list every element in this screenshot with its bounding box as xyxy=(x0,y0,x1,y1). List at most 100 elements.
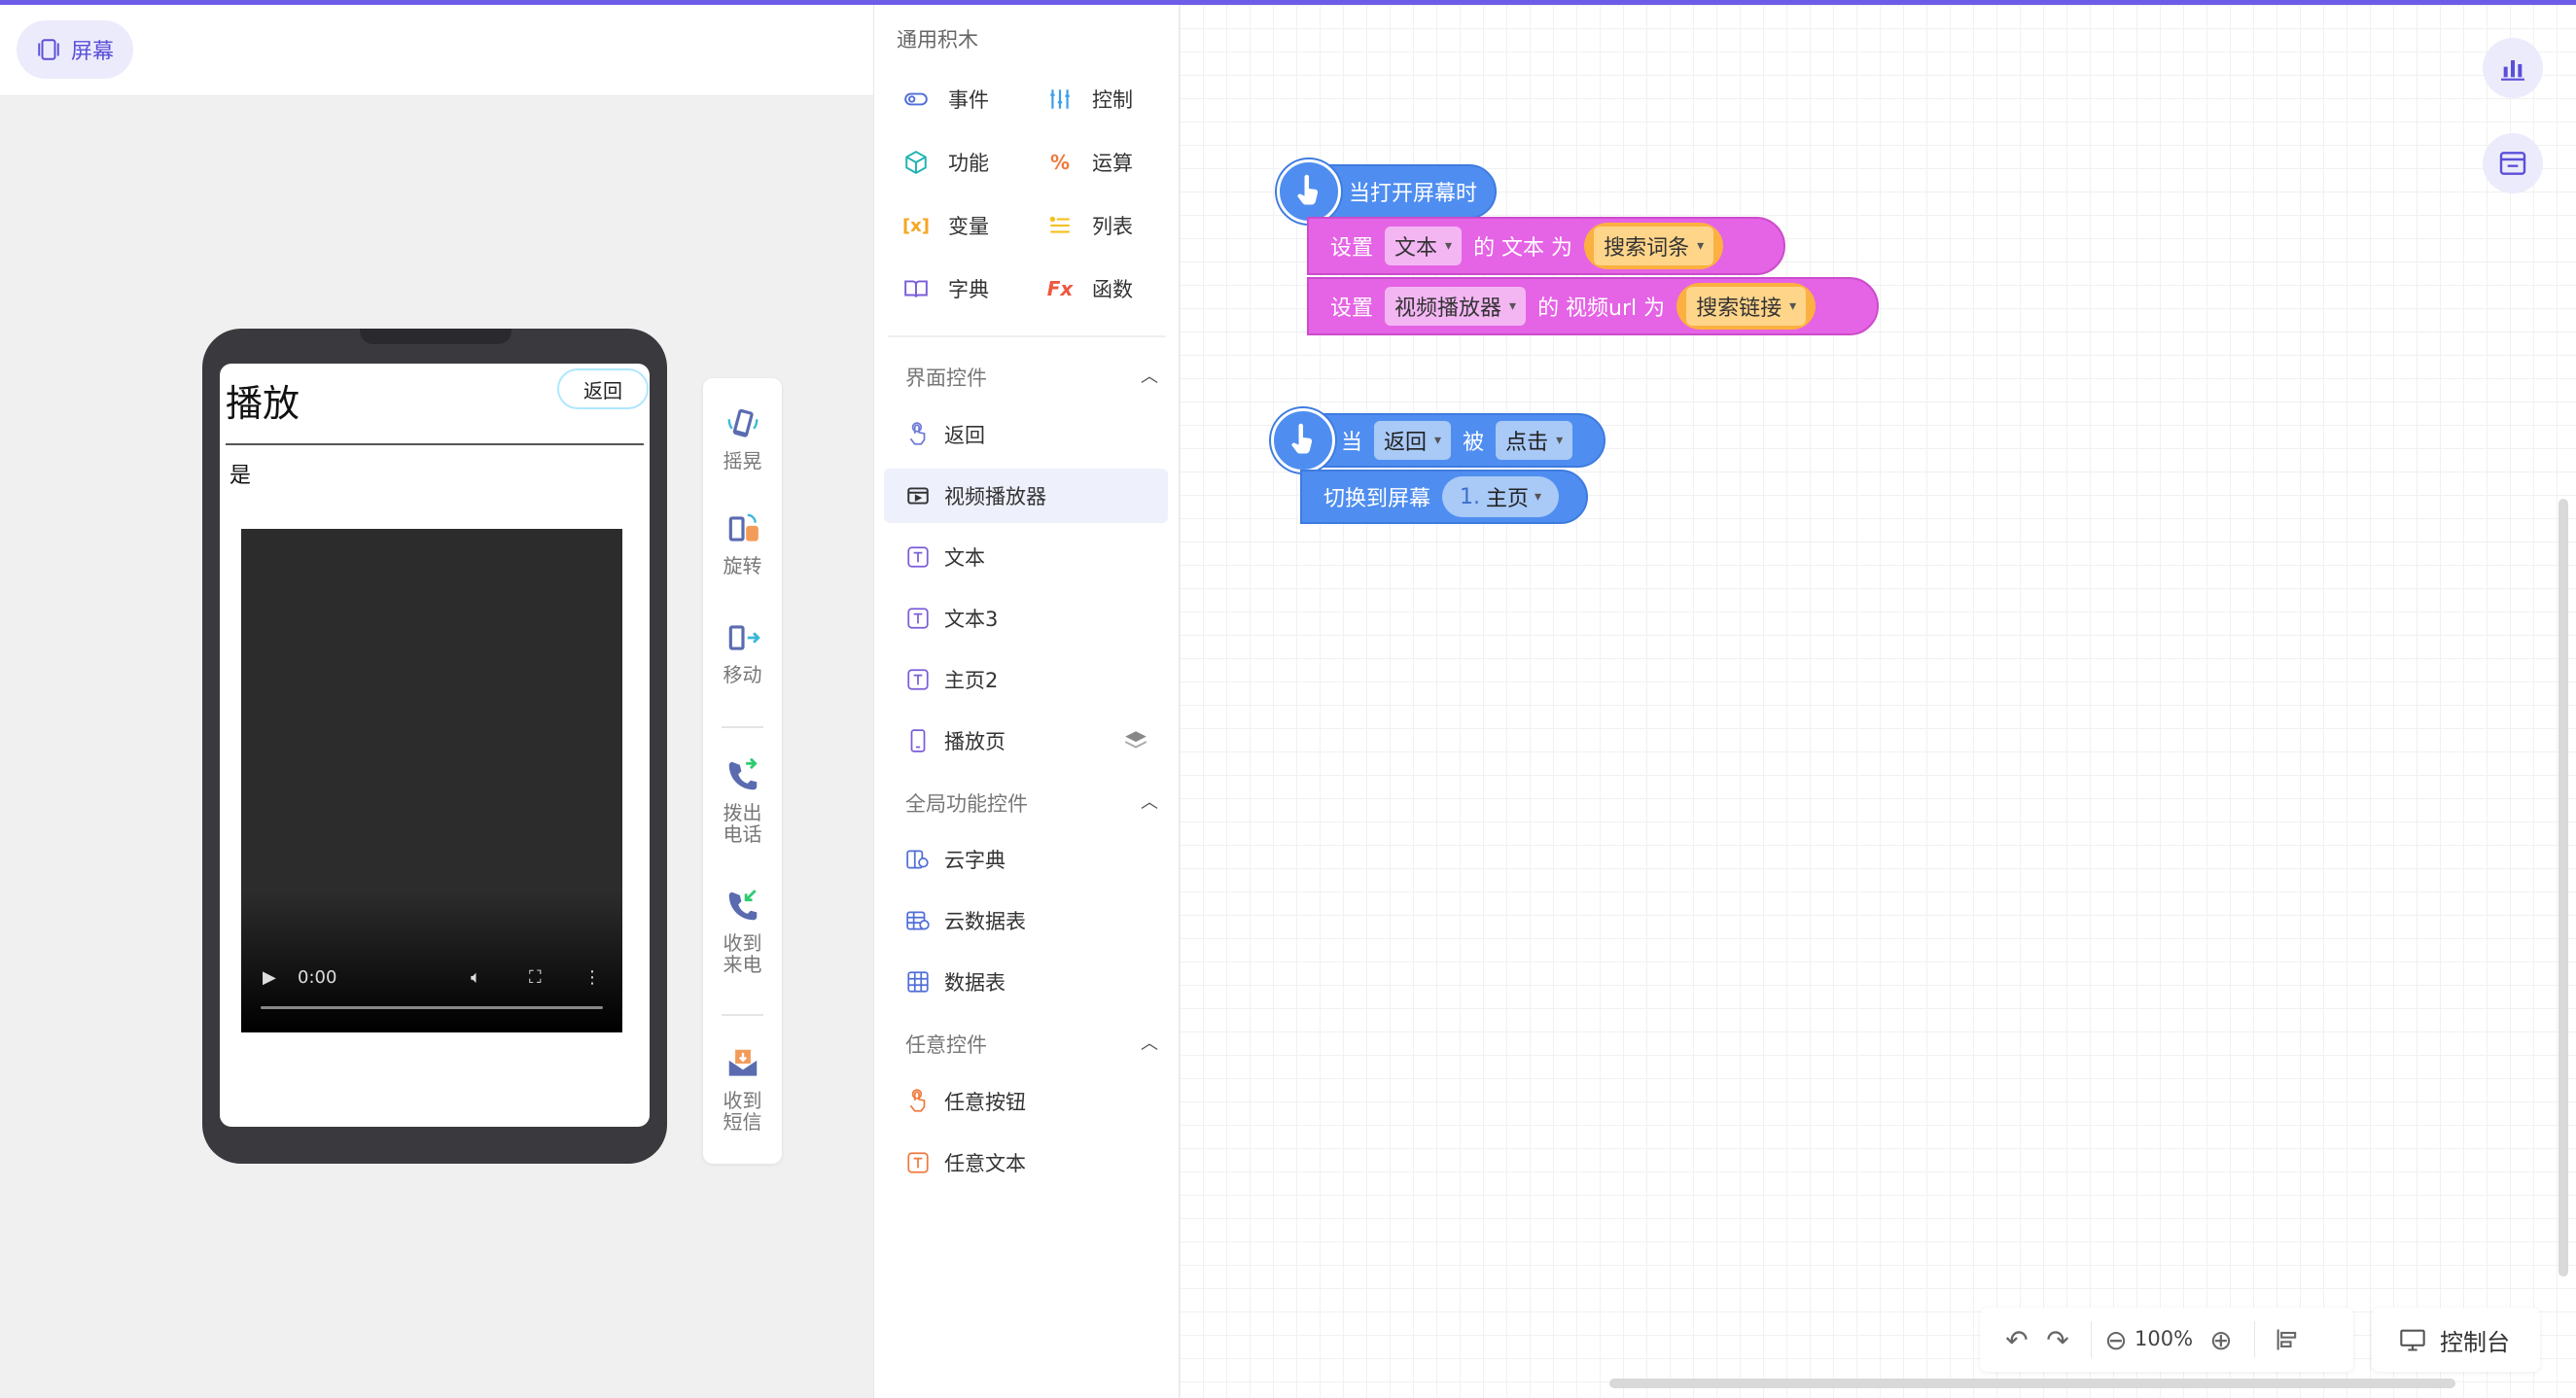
list-icon xyxy=(1043,209,1076,242)
any-text-icon xyxy=(907,1152,929,1173)
component-any-button[interactable]: 任意按钮 xyxy=(884,1074,1168,1129)
play-icon[interactable]: ▶ xyxy=(263,967,276,988)
sensor-label: 摇晃 xyxy=(723,449,762,472)
sensor-divider xyxy=(722,1014,763,1016)
chevron-up-icon[interactable]: ︿ xyxy=(1141,1030,1158,1055)
target-dropdown[interactable]: 视频播放器 ▾ xyxy=(1385,287,1527,326)
block-canvas[interactable]: 当打开屏幕时 设置 文本 ▾ 的 文本 为 搜索词条 ▾ 设置 视频播放器 ▾ 的 视… xyxy=(1180,5,2576,1398)
sensor-incoming-call[interactable]: 收到 来电 xyxy=(703,888,782,975)
toggle-icon xyxy=(900,83,933,116)
align-left-icon[interactable] xyxy=(2272,1324,2303,1355)
video-player[interactable]: ▶ 0:00 🔈︎ ⛶ ⋮ xyxy=(241,529,622,1032)
component-label: 返回 xyxy=(944,424,985,447)
monitor-icon xyxy=(2400,1329,2425,1351)
sensor-shake[interactable]: 摇晃 xyxy=(703,405,782,472)
category-control[interactable]: 控制 xyxy=(1043,83,1133,116)
outgoing-call-icon xyxy=(728,757,758,790)
set-label: 设置 xyxy=(1330,297,1374,321)
event-dropdown[interactable]: 点击 ▾ xyxy=(1496,421,1573,460)
set-text-block[interactable]: 设置 文本 ▾ 的 文本 为 搜索词条 ▾ xyxy=(1307,217,1785,275)
value-dropdown[interactable]: 搜索词条 ▾ xyxy=(1594,227,1714,265)
set-video-url-block[interactable]: 设置 视频播放器 ▾ 的 视频url 为 搜索链接 ▾ xyxy=(1307,277,1879,335)
dropdown-value: 文本 xyxy=(1394,236,1438,261)
variable-icon: [x] xyxy=(901,215,931,236)
component-home2[interactable]: 主页2 xyxy=(884,652,1168,707)
horizontal-scrollbar[interactable] xyxy=(1609,1379,2455,1388)
dropdown-value: 返回 xyxy=(1384,431,1428,455)
target-dropdown[interactable]: 文本 ▾ xyxy=(1385,227,1463,265)
block-palette: 通用积木 事件 控制 功能 % 运算 [x] 变量 列表 字典 Fx 函数 界面… xyxy=(873,5,1180,1398)
event-label: 当打开屏幕时 xyxy=(1349,182,1478,206)
volume-icon[interactable]: 🔈︎ xyxy=(471,967,481,988)
component-play-page[interactable]: 播放页 xyxy=(884,714,1168,768)
sensor-sms[interactable]: 收到 短信 xyxy=(703,1045,782,1133)
component-text3[interactable]: 文本3 xyxy=(884,591,1168,646)
section-ui-controls[interactable]: 界面控件 ︿ xyxy=(905,363,1158,392)
category-function[interactable]: 功能 xyxy=(900,146,989,179)
component-video-player[interactable]: 视频播放器 xyxy=(884,469,1168,523)
text-icon xyxy=(907,546,929,568)
chevron-down-icon: ▾ xyxy=(1535,489,1542,505)
zoom-in-icon[interactable]: ⊕ xyxy=(2205,1324,2237,1356)
event-block-back-clicked[interactable]: 当 返回 ▾ 被 点击 ▾ xyxy=(1271,408,1606,472)
section-any-controls[interactable]: 任意控件 ︿ xyxy=(905,1030,1158,1059)
more-icon[interactable]: ⋮ xyxy=(583,967,601,988)
screen-chip-label: 屏幕 xyxy=(71,40,115,64)
store-button[interactable] xyxy=(2483,133,2543,193)
component-any-text[interactable]: 任意文本 xyxy=(884,1136,1168,1190)
bar-chart-icon xyxy=(2501,60,2524,81)
value-pill[interactable]: 搜索链接 ▾ xyxy=(1676,283,1817,330)
undo-icon[interactable]: ↶ xyxy=(2001,1324,2032,1356)
category-operation[interactable]: % 运算 xyxy=(1043,146,1133,179)
shake-icon xyxy=(727,408,758,437)
sensor-outgoing-call[interactable]: 拨出 电话 xyxy=(703,757,782,845)
preview-back-button[interactable]: 返回 xyxy=(557,368,649,409)
section-title: 任意控件 xyxy=(905,1033,987,1057)
video-progress-bar[interactable] xyxy=(261,1006,603,1009)
category-label: 字典 xyxy=(948,278,989,301)
any-button-icon xyxy=(909,1089,926,1112)
value-dropdown[interactable]: 搜索链接 ▾ xyxy=(1686,287,1807,326)
sensor-rotate[interactable]: 旋转 xyxy=(703,510,782,577)
chevron-up-icon[interactable]: ︿ xyxy=(1141,363,1158,388)
section-global-controls[interactable]: 全局功能控件 ︿ xyxy=(905,788,1158,818)
button-icon xyxy=(909,422,926,445)
zoom-out-icon[interactable]: ⊖ xyxy=(2100,1324,2132,1356)
preview-header: 屏幕 xyxy=(0,5,873,96)
preview-title: 播放 xyxy=(226,382,300,425)
toolbar-divider xyxy=(2091,1321,2092,1358)
category-event[interactable]: 事件 xyxy=(900,83,989,116)
chevron-down-icon: ▾ xyxy=(1789,298,1797,314)
category-label: 控制 xyxy=(1092,88,1133,112)
component-text[interactable]: 文本 xyxy=(884,530,1168,584)
redo-icon[interactable]: ↷ xyxy=(2042,1324,2073,1356)
layers-icon[interactable] xyxy=(1123,728,1148,753)
action-label: 切换到屏幕 xyxy=(1323,487,1431,511)
component-cloud-table[interactable]: 云数据表 xyxy=(884,893,1168,948)
target-dropdown[interactable]: 返回 ▾ xyxy=(1374,421,1452,460)
console-button[interactable]: 控制台 xyxy=(2372,1308,2540,1372)
chevron-up-icon[interactable]: ︿ xyxy=(1141,788,1158,814)
component-cloud-dict[interactable]: 云字典 xyxy=(884,832,1168,887)
component-back[interactable]: 返回 xyxy=(884,407,1168,462)
dropdown-value: 点击 xyxy=(1505,431,1549,455)
stats-button[interactable] xyxy=(2483,38,2543,98)
cloud-table-icon xyxy=(906,911,930,930)
category-fx[interactable]: Fx 函数 xyxy=(1043,272,1133,305)
category-label: 列表 xyxy=(1092,215,1133,238)
value-pill[interactable]: 搜索词条 ▾ xyxy=(1584,223,1724,269)
switch-screen-block[interactable]: 切换到屏幕 1. 主页 ▾ xyxy=(1300,470,1588,524)
event-block-screen-open[interactable]: 当打开屏幕时 xyxy=(1277,159,1497,224)
component-label: 任意文本 xyxy=(944,1152,1026,1175)
screen-dropdown[interactable]: 1. 主页 ▾ xyxy=(1442,476,1560,517)
zoom-level: 100% xyxy=(2135,1327,2194,1350)
screen-selector-button[interactable]: 屏幕 xyxy=(17,20,134,79)
store-icon xyxy=(2499,152,2526,175)
component-data-table[interactable]: 数据表 xyxy=(884,955,1168,1009)
fullscreen-icon[interactable]: ⛶ xyxy=(529,967,542,988)
vertical-scrollbar[interactable] xyxy=(2558,499,2568,1276)
sensor-move[interactable]: 移动 xyxy=(703,619,782,685)
category-list[interactable]: 列表 xyxy=(1043,209,1133,242)
category-variable[interactable]: [x] 变量 xyxy=(900,209,989,242)
category-dictionary[interactable]: 字典 xyxy=(900,272,989,305)
